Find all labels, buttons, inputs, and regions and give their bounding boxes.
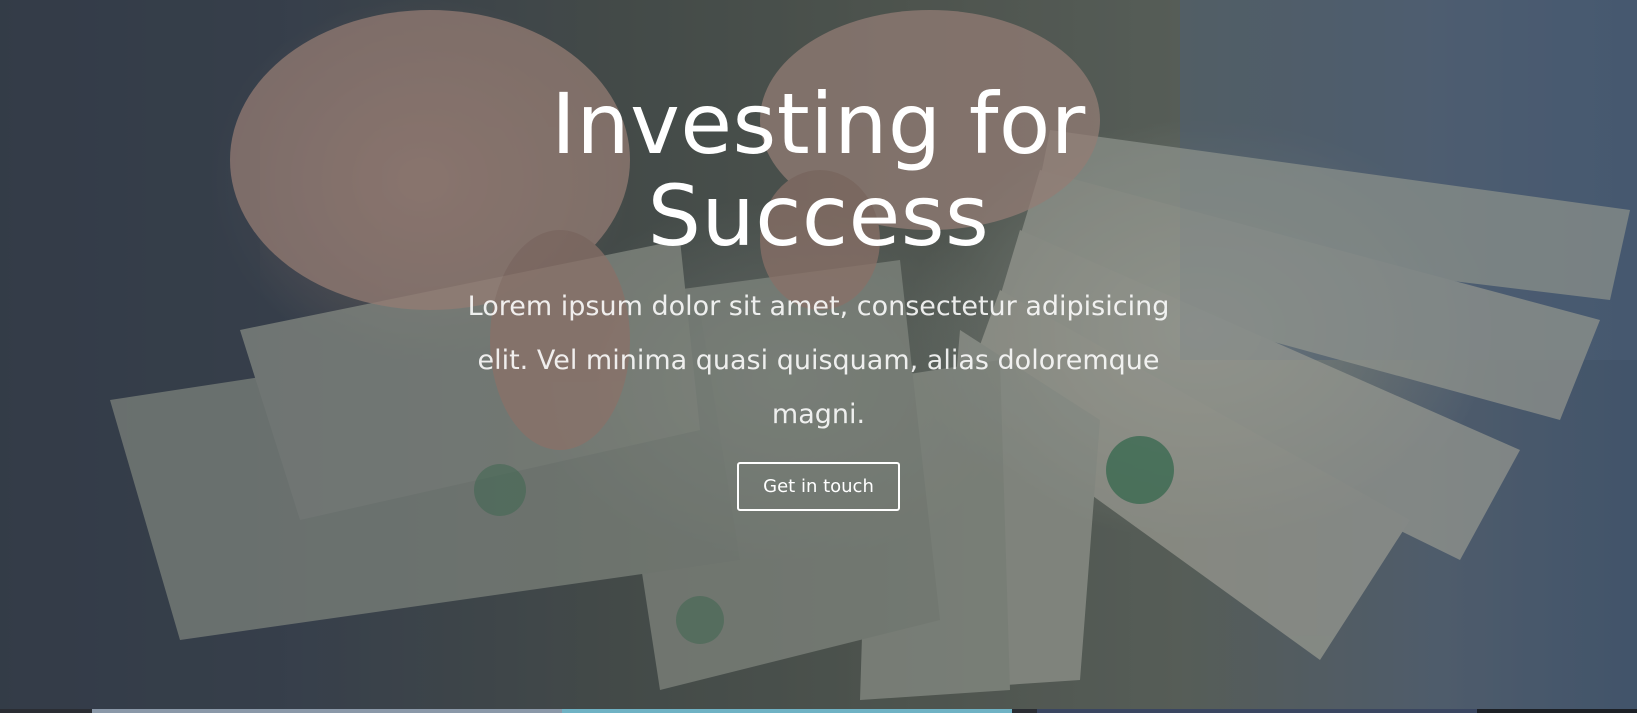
- strip-segment: [1012, 709, 1037, 713]
- strip-segment: [562, 709, 1012, 713]
- hero-lead-text: Lorem ipsum dolor sit amet, consectetur …: [467, 291, 1170, 430]
- next-section-preview: [0, 709, 1637, 713]
- strip-segment: [0, 709, 92, 713]
- get-in-touch-button[interactable]: Get in touch: [737, 462, 900, 511]
- hero-title: Investing for Success: [551, 75, 1086, 265]
- strip-segment: [1477, 709, 1637, 713]
- hero-content: Investing for Success Lorem ipsum dolor …: [0, 0, 1637, 511]
- strip-segment: [92, 709, 562, 713]
- strip-segment: [1037, 709, 1477, 713]
- hero-section: Investing for Success Lorem ipsum dolor …: [0, 0, 1637, 713]
